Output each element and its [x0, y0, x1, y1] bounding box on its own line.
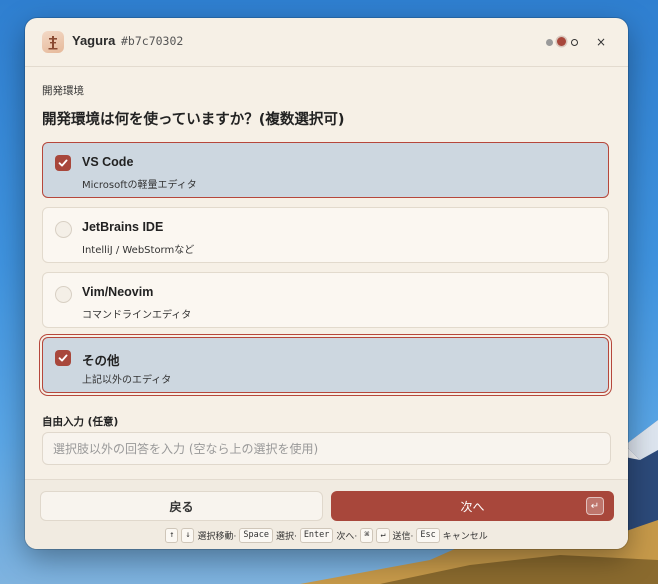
- down-arrow-key: ↓: [181, 527, 195, 543]
- next-button[interactable]: 次へ ↵: [331, 491, 614, 521]
- command-key: ⌘: [360, 527, 374, 543]
- option-vscode[interactable]: VS Code Microsoftの軽量エディタ: [42, 142, 609, 198]
- title-bar: Yagura #b7c70302 ×: [25, 18, 628, 67]
- shortcut-text: 次へ·: [336, 531, 358, 542]
- session-hash: #b7c70302: [121, 34, 184, 48]
- space-key: Space: [239, 527, 273, 543]
- step-dot-pending: [571, 39, 578, 46]
- option-vim[interactable]: Vim/Neovim コマンドラインエディタ: [42, 272, 609, 328]
- free-input-field[interactable]: [42, 432, 611, 465]
- option-description: IntelliJ / WebStormなど: [82, 245, 195, 256]
- option-jetbrains[interactable]: JetBrains IDE IntelliJ / WebStormなど: [42, 207, 609, 263]
- shortcut-text: 送信·: [392, 531, 414, 542]
- free-input-label: 自由入力 (任意): [42, 416, 119, 428]
- back-button[interactable]: 戻る: [40, 491, 323, 521]
- enter-key-icon: ↵: [586, 497, 604, 515]
- shortcut-text: キャンセル: [442, 531, 488, 542]
- option-title: その他: [82, 354, 120, 368]
- option-other[interactable]: その他 上記以外のエディタ: [42, 337, 609, 393]
- option-title: Vim/Neovim: [82, 285, 154, 299]
- up-arrow-key: ↑: [165, 527, 179, 543]
- footer: 戻る 次へ ↵ ↑ ↓ 選択移動· Space 選択· Enter 次へ· ⌘ …: [25, 479, 628, 549]
- dialog-window: Yagura #b7c70302 × 開発環境 開発環境は何を使っていますか？(…: [25, 18, 628, 549]
- option-title: JetBrains IDE: [82, 220, 164, 234]
- app-name: Yagura: [72, 33, 116, 48]
- unchecked-circle-icon[interactable]: [55, 221, 72, 238]
- progress-dots: [546, 37, 580, 47]
- return-key: ↵: [376, 527, 390, 543]
- option-description: Microsoftの軽量エディタ: [82, 180, 197, 191]
- section-label: 開発環境: [42, 85, 84, 97]
- next-button-label: 次へ: [460, 499, 485, 514]
- shortcut-text: 選択·: [275, 531, 297, 542]
- option-title: VS Code: [82, 155, 134, 169]
- step-dot-current: [557, 37, 566, 46]
- question-title: 開発環境は何を使っていますか？(複数選択可): [42, 112, 345, 128]
- checked-checkbox-icon[interactable]: [55, 350, 71, 366]
- step-dot-done: [546, 39, 553, 46]
- option-description: 上記以外のエディタ: [82, 375, 172, 386]
- shortcut-text: 選択移動·: [197, 531, 237, 542]
- close-button[interactable]: ×: [593, 34, 609, 50]
- enter-key: Enter: [299, 527, 334, 543]
- option-description: コマンドラインエディタ: [82, 310, 192, 321]
- app-tower-icon: [42, 31, 64, 53]
- unchecked-circle-icon[interactable]: [55, 286, 72, 303]
- keyboard-shortcuts-hint: ↑ ↓ 選択移動· Space 選択· Enter 次へ· ⌘ ↵ 送信· Es…: [25, 527, 628, 543]
- checked-checkbox-icon[interactable]: [55, 155, 71, 171]
- esc-key: Esc: [416, 527, 440, 543]
